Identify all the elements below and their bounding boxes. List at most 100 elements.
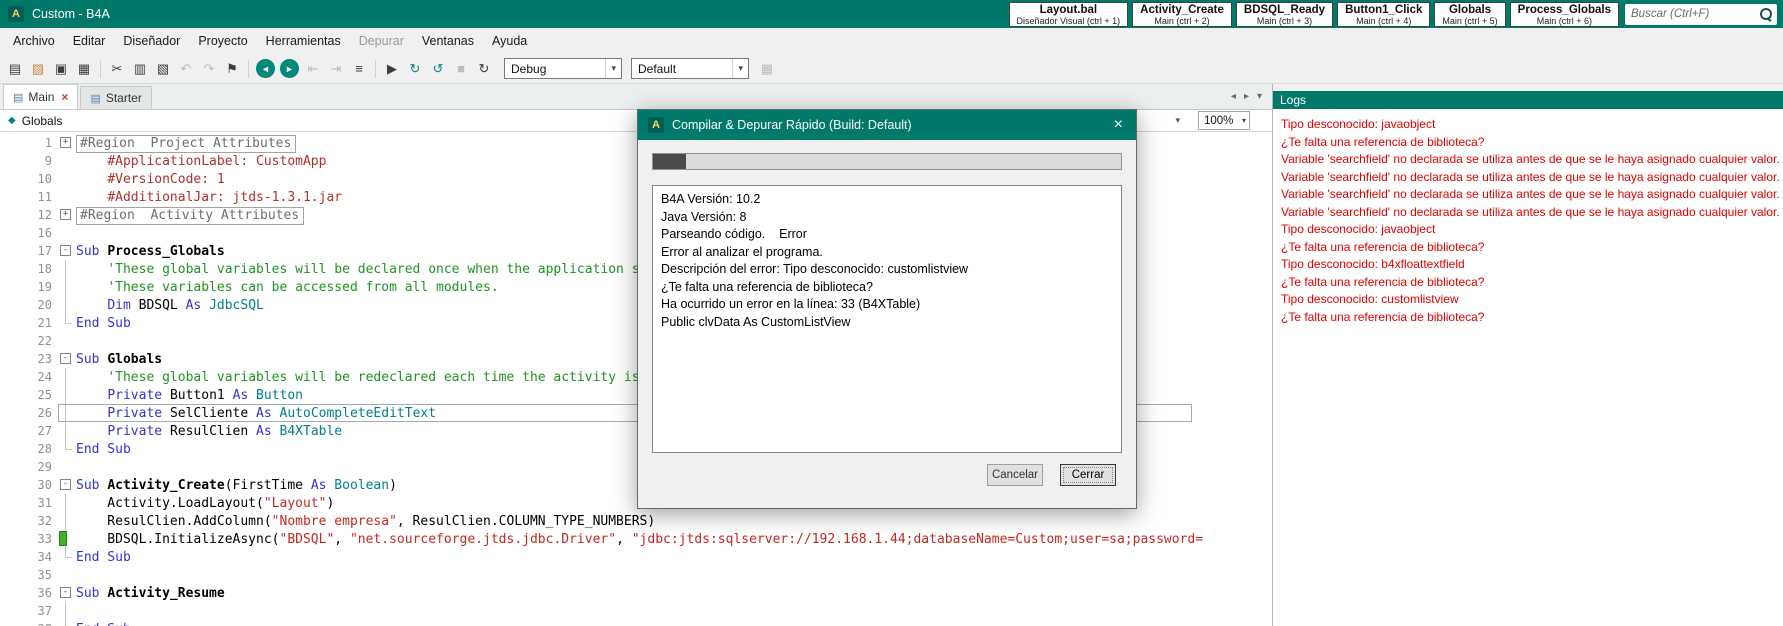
log-entry: Variable 'searchfield' no declarada se u… [1281, 169, 1780, 184]
quick-button-bdsql-ready[interactable]: BDSQL_Ready Main (ctrl + 3) [1235, 1, 1334, 27]
code-line[interactable]: 37 [0, 602, 1272, 620]
fold-margin [58, 548, 76, 566]
tab-list-dropdown-icon[interactable]: ▾ [1257, 91, 1262, 102]
stop-icon[interactable]: ■ [450, 58, 472, 80]
comment-icon[interactable]: ≡ [348, 58, 370, 80]
fold-expand-icon[interactable]: + [60, 137, 71, 148]
close-tab-icon[interactable]: × [61, 90, 68, 104]
code-text: #AdditionalJar: jtds-1.3.1.jar [107, 189, 343, 205]
code-text: End Sub [76, 622, 131, 626]
toolbar-separator [248, 59, 249, 78]
dialog-titlebar[interactable]: A Compilar & Depurar Rápido (Build: Defa… [638, 110, 1136, 140]
menu-proyecto[interactable]: Proyecto [189, 30, 256, 52]
chevron-down-icon[interactable]: ▾ [732, 59, 748, 78]
quick-button-title: Activity_Create [1140, 3, 1224, 16]
build-configuration-select[interactable]: Default ▾ [631, 58, 749, 79]
menu-herramientas[interactable]: Herramientas [257, 30, 350, 52]
quick-button-layout-bal[interactable]: Layout.bal Diseñador Visual (ctrl + 1) [1008, 1, 1129, 27]
toolbar: ▤ ▨ ▣ ▦ ✂ ▥ ▧ ↶ ↷ ⚑ ◄ ► ⇤ ⇥ ≡ ▶ ↻ ↺ ■ ↻ Debug ▾ Default ▾ ▦ [0, 54, 1783, 84]
close-button[interactable]: Cerrar [1060, 464, 1116, 486]
zoom-select[interactable]: 100% ▾ [1198, 111, 1250, 130]
menu-ventanas[interactable]: Ventanas [413, 30, 483, 52]
module-filter-icon[interactable]: ▦ [756, 58, 778, 80]
line-number: 21 [37, 316, 52, 330]
run-icon[interactable]: ▶ [381, 58, 403, 80]
fold-margin [58, 512, 76, 530]
fold-guide-line [65, 368, 66, 386]
fold-collapse-icon[interactable]: - [60, 245, 71, 256]
code-line[interactable]: 32 ResulClien.AddColumn("Nombre empresa"… [0, 512, 1272, 530]
cut-icon[interactable]: ✂ [106, 58, 128, 80]
quick-button-globals[interactable]: Globals Main (ctrl + 5) [1434, 1, 1506, 27]
redo-icon[interactable]: ↷ [198, 58, 220, 80]
tab-main[interactable]: ▤ Main × [3, 84, 79, 109]
fold-guide-line [65, 314, 66, 323]
fold-margin: - [58, 350, 76, 368]
step-into-icon[interactable]: ↻ [404, 58, 426, 80]
menu-archivo[interactable]: Archivo [4, 30, 64, 52]
cancel-button[interactable]: Cancelar [987, 464, 1043, 486]
undo-icon[interactable]: ↶ [175, 58, 197, 80]
search-input[interactable] [1631, 8, 1760, 20]
scope-label[interactable]: Globals [22, 114, 63, 128]
code-text: End Sub [76, 315, 131, 331]
code-line[interactable]: 36- Sub Activity_Resume [0, 584, 1272, 602]
new-file-icon[interactable]: ▤ [4, 58, 26, 80]
menu-dise-ador[interactable]: Diseñador [114, 30, 189, 52]
log-entry: Variable 'searchfield' no declarada se u… [1281, 204, 1780, 219]
code-text: #ApplicationLabel: CustomApp [107, 153, 327, 169]
quick-button-process-globals[interactable]: Process_Globals Main (ctrl + 6) [1509, 1, 1619, 27]
fold-collapse-icon[interactable]: - [60, 587, 71, 598]
save-icon[interactable]: ▣ [50, 58, 72, 80]
fold-margin [58, 566, 76, 584]
fold-collapse-icon[interactable]: - [60, 353, 71, 364]
dialog-close-icon[interactable]: × [1111, 117, 1126, 133]
quick-button-button1-click[interactable]: Button1_Click Main (ctrl + 4) [1337, 1, 1431, 27]
indent-icon[interactable]: ⇥ [325, 58, 347, 80]
scroll-tabs-right-icon[interactable]: ▸ [1244, 91, 1249, 102]
line-number: 12 [37, 208, 52, 222]
debug-mode-select[interactable]: Debug ▾ [504, 58, 622, 79]
paste-icon[interactable]: ▧ [152, 58, 174, 80]
search-box[interactable] [1625, 3, 1777, 25]
fold-guide-line [65, 386, 66, 404]
line-number: 30 [37, 478, 52, 492]
menu-editar[interactable]: Editar [64, 30, 115, 52]
fold-margin [58, 278, 76, 296]
line-number: 25 [37, 388, 52, 402]
clean-project-icon[interactable]: ↻ [473, 58, 495, 80]
code-text: Activity.LoadLayout("Layout") [76, 495, 335, 511]
outdent-icon[interactable]: ⇤ [302, 58, 324, 80]
fold-collapse-icon[interactable]: - [60, 479, 71, 490]
line-number: 20 [37, 298, 52, 312]
dialog-title: Compilar & Depurar Rápido (Build: Defaul… [672, 118, 912, 132]
fold-expand-icon[interactable]: + [60, 209, 71, 220]
chevron-down-icon[interactable]: ▾ [1242, 116, 1249, 125]
copy-icon[interactable]: ▥ [129, 58, 151, 80]
scroll-tabs-left-icon[interactable]: ◂ [1231, 91, 1236, 102]
tab-label: Main [28, 90, 55, 104]
fold-margin [58, 314, 76, 332]
code-line[interactable]: 35 [0, 566, 1272, 584]
menu-depurar[interactable]: Depurar [350, 30, 413, 52]
compile-output-line: Public clvData As CustomListView [661, 314, 851, 329]
step-over-icon[interactable]: ↺ [427, 58, 449, 80]
scope-dropdown-arrow-icon[interactable]: ▾ [1171, 113, 1184, 128]
tab-starter[interactable]: ▤ Starter [80, 86, 152, 109]
code-line[interactable]: 33 BDSQL.InitializeAsync("BDSQL", "net.s… [0, 530, 1272, 548]
chevron-down-icon[interactable]: ▾ [605, 59, 621, 78]
save-all-icon[interactable]: ▦ [73, 58, 95, 80]
quick-button-activity-create[interactable]: Activity_Create Main (ctrl + 2) [1132, 1, 1232, 27]
open-project-icon[interactable]: ▨ [27, 58, 49, 80]
fold-guide-line [65, 620, 66, 626]
navigate-back-icon[interactable]: ◄ [256, 59, 275, 78]
bookmark-icon[interactable]: ⚑ [221, 58, 243, 80]
menu-ayuda[interactable]: Ayuda [483, 30, 536, 52]
navigate-forward-icon[interactable]: ► [280, 59, 299, 78]
code-text: Sub Activity_Resume [76, 585, 225, 601]
search-icon[interactable] [1760, 7, 1773, 21]
code-line[interactable]: 34 End Sub [0, 548, 1272, 566]
logs-header[interactable]: Logs [1273, 91, 1783, 109]
code-line[interactable]: 38 End Sub [0, 620, 1272, 626]
code-text: #Region Project Attributes [76, 134, 297, 153]
